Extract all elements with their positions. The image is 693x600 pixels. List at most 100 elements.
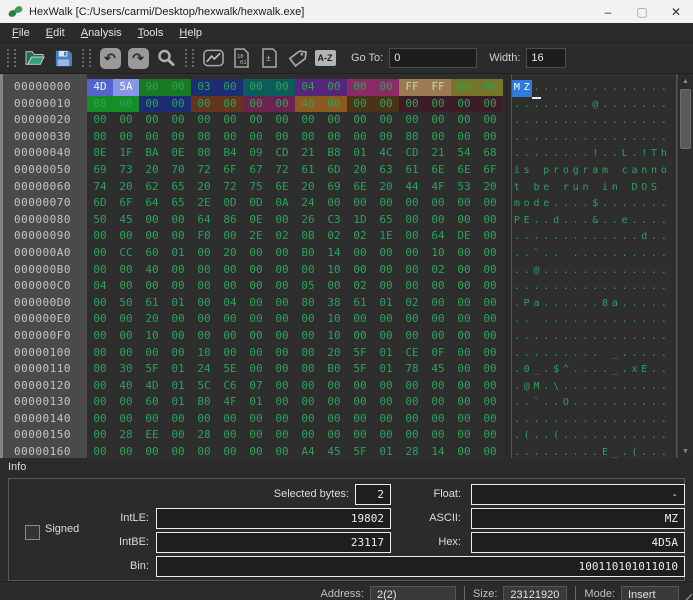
hex-byte[interactable]: 00 [295, 345, 321, 362]
menu-edit[interactable]: Edit [38, 25, 73, 41]
ascii-char[interactable]: . [600, 395, 610, 412]
ascii-char[interactable]: . [649, 130, 659, 147]
hex-byte[interactable]: 00 [243, 96, 269, 113]
hex-byte[interactable]: 20 [139, 311, 165, 328]
ascii-char[interactable]: @ [522, 379, 532, 396]
hex-byte[interactable]: 01 [165, 394, 191, 411]
ascii-char[interactable]: . [659, 229, 669, 246]
hex-byte[interactable]: 04 [87, 278, 113, 295]
ascii-char[interactable]: . [630, 395, 640, 412]
hex-byte[interactable]: 20 [373, 179, 399, 196]
ascii-char[interactable]: . [571, 213, 581, 230]
ascii-char[interactable]: . [600, 412, 610, 429]
ascii-char[interactable]: . [590, 395, 600, 412]
hex-byte[interactable]: 00 [347, 427, 373, 444]
hex-byte[interactable]: 00 [373, 129, 399, 146]
ascii-char[interactable]: . [659, 80, 669, 97]
ascii-char[interactable]: . [541, 445, 551, 458]
ascii-char[interactable]: . [600, 97, 610, 114]
ascii-char[interactable]: . [590, 428, 600, 445]
ascii-char[interactable]: . [571, 296, 581, 313]
ascii-char[interactable]: . [620, 130, 630, 147]
ascii-char[interactable]: D [630, 180, 640, 197]
hex-byte[interactable]: 00 [139, 129, 165, 146]
hex-byte[interactable]: 00 [451, 112, 477, 129]
ascii-char[interactable]: . [630, 246, 640, 263]
hex-byte[interactable]: 00 [269, 328, 295, 345]
ascii-char[interactable]: . [581, 312, 591, 329]
hex-byte[interactable]: 00 [477, 361, 503, 378]
ascii-char[interactable]: . [620, 279, 630, 296]
hex-byte[interactable]: C6 [217, 378, 243, 395]
ascii-char[interactable]: \ [551, 379, 561, 396]
ascii-char[interactable]: . [532, 412, 542, 429]
ascii-char[interactable]: . [630, 312, 640, 329]
ascii-char[interactable]: . [639, 346, 649, 363]
ascii-char[interactable]: . [630, 80, 640, 97]
hex-byte[interactable]: 20 [295, 179, 321, 196]
ascii-char[interactable]: O [561, 395, 571, 412]
ascii-char[interactable]: . [551, 146, 561, 163]
ascii-char[interactable]: p [541, 163, 551, 180]
ascii-char[interactable]: d [532, 196, 542, 213]
ascii-char[interactable]: . [532, 329, 542, 346]
ascii-char[interactable]: . [571, 80, 581, 97]
ascii-char[interactable]: . [630, 229, 640, 246]
ascii-char[interactable]: . [600, 329, 610, 346]
hex-byte[interactable]: C3 [321, 212, 347, 229]
ascii-char[interactable]: . [551, 312, 561, 329]
diff-button[interactable]: ± [256, 45, 282, 71]
resize-grip[interactable] [679, 592, 692, 600]
hex-byte[interactable]: 00 [347, 129, 373, 146]
hex-byte[interactable]: 00 [113, 311, 139, 328]
ascii-char[interactable]: . [639, 263, 649, 280]
ascii-char[interactable]: . [541, 312, 551, 329]
ascii-char[interactable]: . [551, 263, 561, 280]
ascii-char[interactable]: . [620, 329, 630, 346]
ascii-char[interactable]: . [551, 346, 561, 363]
hex-byte[interactable]: 00 [373, 96, 399, 113]
hex-byte[interactable]: 00 [269, 378, 295, 395]
hex-byte[interactable]: 00 [113, 96, 139, 113]
ascii-char[interactable]: . [551, 80, 561, 97]
ascii-char[interactable]: . [639, 196, 649, 213]
hex-byte[interactable]: 00 [165, 262, 191, 279]
hex-byte[interactable]: 00 [477, 79, 503, 96]
ascii-char[interactable]: ^ [561, 362, 571, 379]
ascii-char[interactable]: . [620, 412, 630, 429]
scrollbar-thumb[interactable] [680, 89, 691, 149]
ascii-char[interactable]: @ [532, 263, 542, 280]
hex-byte[interactable]: 00 [139, 278, 165, 295]
hex-byte[interactable]: 00 [477, 228, 503, 245]
hex-byte[interactable]: 64 [139, 195, 165, 212]
ascii-char[interactable]: . [512, 445, 522, 458]
ascii-char[interactable]: ! [590, 146, 600, 163]
ascii-char[interactable]: . [610, 412, 620, 429]
ascii-char[interactable]: i [512, 163, 522, 180]
ascii-char[interactable]: E [600, 445, 610, 458]
goto-input[interactable] [389, 48, 477, 68]
hex-byte[interactable]: 00 [399, 228, 425, 245]
hex-byte[interactable]: FF [399, 79, 425, 96]
ascii-char[interactable]: ( [522, 428, 532, 445]
ascii-char[interactable]: m [512, 196, 522, 213]
hex-byte[interactable]: 00 [87, 228, 113, 245]
hex-byte[interactable]: 00 [451, 262, 477, 279]
ascii-char[interactable]: . [561, 80, 571, 97]
hex-byte[interactable]: 00 [217, 96, 243, 113]
hex-byte[interactable]: 74 [87, 179, 113, 196]
ascii-char[interactable]: . [590, 379, 600, 396]
hex-byte[interactable]: 0B [295, 228, 321, 245]
ascii-char[interactable]: . [522, 263, 532, 280]
ascii-char[interactable]: . [610, 246, 620, 263]
hex-byte[interactable]: CC [113, 245, 139, 262]
ascii-char[interactable]: . [551, 329, 561, 346]
ascii-char[interactable]: . [649, 312, 659, 329]
hex-byte[interactable]: 00 [451, 444, 477, 458]
hex-byte[interactable]: 00 [165, 311, 191, 328]
hex-byte[interactable]: 00 [269, 96, 295, 113]
hex-byte[interactable]: 00 [269, 444, 295, 458]
ascii-char[interactable]: n [649, 163, 659, 180]
hex-byte[interactable]: 04 [217, 295, 243, 312]
hex-byte[interactable]: 00 [451, 212, 477, 229]
